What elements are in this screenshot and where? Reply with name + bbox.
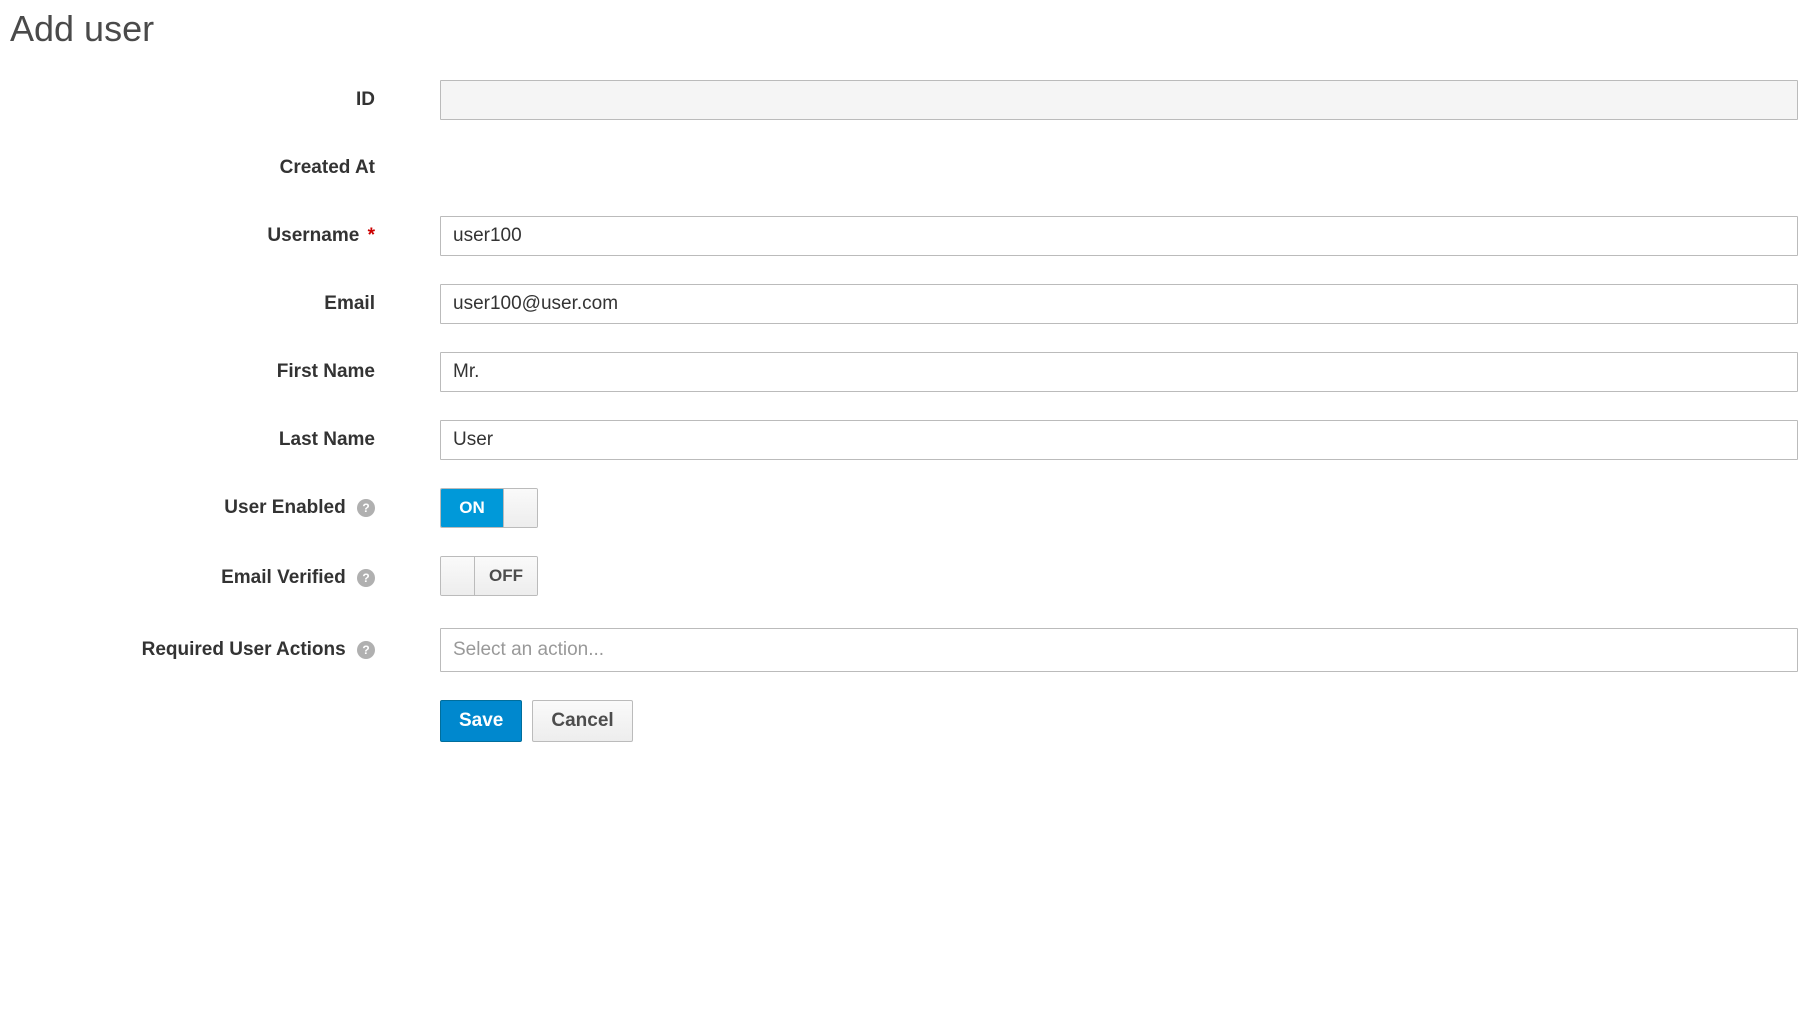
email-input[interactable] [440,284,1798,324]
required-user-actions-label-text: Required User Actions [142,639,346,660]
email-verified-label-text: Email Verified [221,567,346,588]
email-verified-label: Email Verified ? [0,567,375,589]
help-icon[interactable]: ? [357,569,375,587]
username-input[interactable] [440,216,1798,256]
username-label-text: Username [267,225,359,246]
save-button[interactable]: Save [440,700,522,742]
user-enabled-label-text: User Enabled [224,497,345,518]
toggle-on-label: ON [441,489,503,527]
email-label: Email [0,293,375,315]
first-name-input[interactable] [440,352,1798,392]
created-at-value [440,148,1798,188]
username-label: Username * [0,225,375,247]
id-label: ID [0,89,375,111]
cancel-button[interactable]: Cancel [532,700,632,742]
first-name-label: First Name [0,361,375,383]
email-verified-toggle[interactable]: OFF [440,556,538,596]
required-user-actions-select[interactable]: Select an action... [440,628,1798,672]
help-icon[interactable]: ? [357,641,375,659]
user-enabled-toggle[interactable]: ON [440,488,538,528]
last-name-label: Last Name [0,429,375,451]
last-name-input[interactable] [440,420,1798,460]
created-at-label: Created At [0,157,375,179]
toggle-off-label: OFF [475,557,537,595]
help-icon[interactable]: ? [357,499,375,517]
id-input [440,80,1798,120]
required-marker: * [368,225,375,246]
required-user-actions-label: Required User Actions ? [0,639,375,661]
toggle-handle [503,489,537,527]
page-title: Add user [10,8,1798,50]
toggle-handle [441,557,475,595]
user-enabled-label: User Enabled ? [0,497,375,519]
add-user-form: ID Created At Username * Email First Nam… [0,80,1798,742]
